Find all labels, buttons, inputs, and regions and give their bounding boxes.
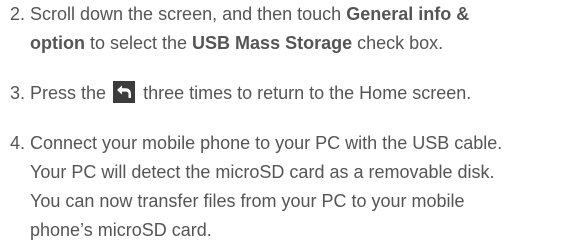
step-text: Press the three times to return to the H… <box>30 79 575 108</box>
step-text: Connect your mobile phone to your PC wit… <box>30 129 575 245</box>
step-line: phone’s microSD card. <box>30 220 212 240</box>
bold-term: General info & <box>346 4 470 24</box>
bold-term: option <box>30 33 85 53</box>
step-line: option to select the USB Mass Storage ch… <box>30 33 444 53</box>
step-line: You can now transfer files from your PC … <box>30 191 465 211</box>
step-number: 2. <box>10 4 26 24</box>
step-number: 3. <box>10 83 26 103</box>
step-line: Connect your mobile phone to your PC wit… <box>30 133 503 153</box>
bold-term: USB Mass Storage <box>192 33 353 53</box>
step-line: Your PC will detect the microSD card as … <box>30 162 495 182</box>
step-number: 4. <box>10 133 26 153</box>
step-line: Scroll down the screen, and then touch G… <box>30 4 470 24</box>
step-line: Press the three times to return to the H… <box>30 81 472 103</box>
back-arrow-icon <box>113 81 136 103</box>
step-text: Scroll down the screen, and then touch G… <box>30 0 575 58</box>
